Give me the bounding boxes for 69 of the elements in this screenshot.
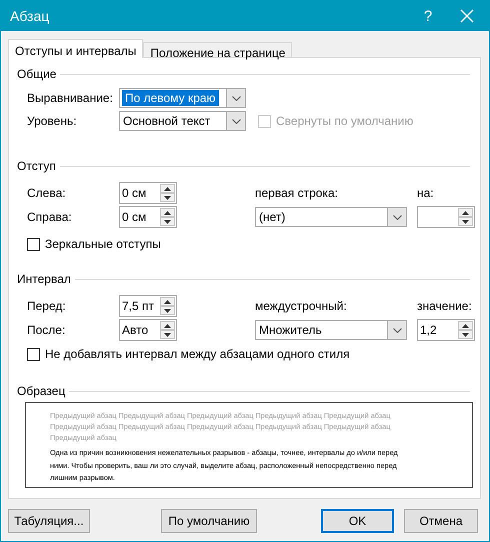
spin-field[interactable]: 0 см	[119, 206, 177, 228]
spin-field[interactable]: Авто	[119, 319, 177, 341]
checkbox-label: Свернуты по умолчанию	[276, 114, 414, 128]
up-arrow-icon	[462, 210, 469, 214]
down-arrow-icon	[164, 332, 171, 336]
dropdown-value: Множитель	[259, 322, 322, 338]
group-heading: Образец	[17, 384, 66, 398]
dropdown[interactable]: Основной текст	[119, 111, 246, 131]
down-arrow-icon	[164, 308, 171, 312]
field-label: Слева:	[27, 186, 67, 200]
dialog-button[interactable]: Табуляция...	[8, 509, 90, 533]
down-arrow-icon	[462, 220, 469, 224]
up-arrow-icon	[164, 210, 171, 214]
spin-down-button[interactable]	[160, 306, 175, 315]
caret-icon	[232, 96, 240, 100]
dialog-button[interactable]: OK	[321, 509, 394, 533]
checkbox-label: Не добавлять интервал между абзацами одного стиля	[45, 347, 350, 361]
spin-up-button[interactable]	[160, 297, 175, 306]
dropdown-value: (нет)	[259, 209, 286, 225]
spin-up-button[interactable]	[160, 321, 175, 330]
caret-icon	[392, 214, 402, 220]
checkbox[interactable]	[27, 348, 40, 360]
tab[interactable]: Отступы и интервалы	[8, 39, 144, 58]
spin-field[interactable]: 7,5 пт	[119, 295, 177, 317]
caret-icon	[392, 328, 402, 332]
group-heading: Отступ	[17, 159, 56, 173]
field-label: Справа:	[27, 210, 73, 224]
dialog-button[interactable]: Отмена	[404, 509, 478, 533]
spin-field[interactable]: 0 см	[119, 182, 177, 204]
spin-down-button[interactable]	[160, 193, 175, 202]
spin-down-button[interactable]	[458, 330, 473, 339]
dropdown-value: Основной текст	[123, 113, 210, 129]
group-heading: Общие	[17, 67, 56, 81]
up-arrow-icon	[164, 300, 171, 304]
spin-down-button[interactable]	[160, 330, 175, 339]
down-arrow-icon	[164, 196, 171, 200]
dialog-button[interactable]: По умолчанию	[161, 509, 257, 533]
down-arrow-icon	[462, 332, 469, 336]
field-label: значение:	[417, 299, 473, 313]
field-label: на:	[417, 186, 435, 200]
checkbox[interactable]	[27, 238, 40, 250]
selected-text: По левому краю	[122, 90, 219, 106]
tab[interactable]: Положение на странице	[143, 42, 292, 57]
window-title: Абзац	[10, 8, 50, 24]
dropdown[interactable]: (нет)	[255, 207, 407, 227]
field-label: Перед:	[27, 299, 67, 313]
spin-down-button[interactable]	[458, 217, 473, 226]
dropdown[interactable]: Множитель	[255, 320, 407, 340]
spin-down-button[interactable]	[160, 217, 175, 226]
field-label: междустрочный:	[255, 299, 348, 313]
checkbox-label: Зеркальные отступы	[45, 237, 161, 251]
group-heading: Интервал	[17, 272, 71, 286]
field-label: Уровень:	[27, 114, 78, 128]
up-arrow-icon	[462, 324, 469, 328]
down-arrow-icon	[164, 220, 171, 224]
field-label: Выравнивание:	[27, 91, 114, 105]
close-icon[interactable]	[459, 8, 475, 24]
spin-field[interactable]: 1,2	[417, 319, 475, 341]
dropdown[interactable]: По левому краю	[119, 88, 246, 108]
up-arrow-icon	[164, 186, 171, 190]
field-label: первая строка:	[255, 186, 339, 200]
spin-up-button[interactable]	[160, 208, 175, 217]
up-arrow-icon	[164, 324, 171, 328]
spin-up-button[interactable]	[160, 184, 175, 193]
caret-icon	[232, 118, 240, 124]
field-label: После:	[27, 323, 66, 337]
spin-up-button[interactable]	[458, 208, 473, 217]
spin-up-button[interactable]	[458, 321, 473, 330]
spin-field[interactable]	[417, 206, 475, 228]
